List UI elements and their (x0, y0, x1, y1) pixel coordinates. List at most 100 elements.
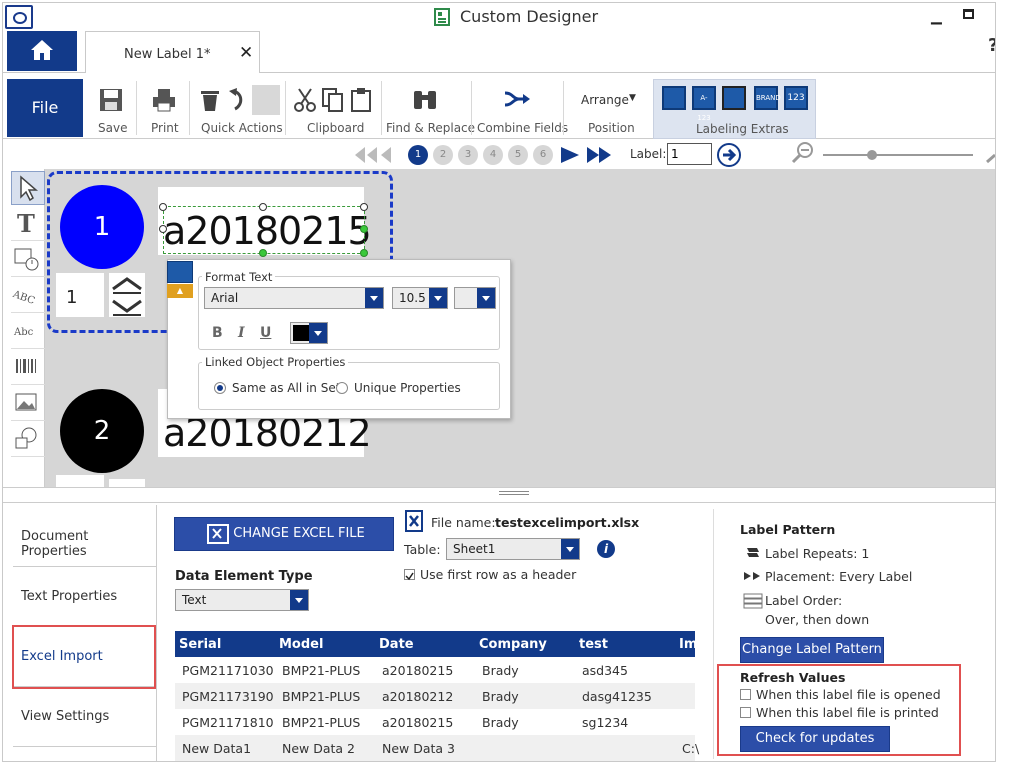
first-row-header-checkbox[interactable] (404, 569, 415, 581)
table-cell: New Data1 (182, 741, 252, 756)
binoculars-icon[interactable] (411, 87, 439, 113)
rich-text-tool[interactable]: Abc (11, 315, 45, 349)
database-icon[interactable] (662, 86, 686, 110)
zoom-in-icon[interactable] (985, 141, 996, 165)
select-tool[interactable] (11, 171, 45, 205)
brand-icon[interactable]: BRAND (754, 86, 781, 110)
table-cell: BMP21-PLUS (282, 689, 361, 704)
clipboard-label: Clipboard (307, 121, 365, 135)
resize-handle[interactable] (259, 249, 267, 257)
font-dropdown[interactable]: Arial (204, 287, 384, 309)
table-row[interactable]: PGM21171810 BMP21-PLUS a20180215 Brady s… (175, 709, 695, 735)
fill-dropdown[interactable] (454, 287, 496, 309)
help-icon[interactable]: ? (988, 35, 995, 56)
print-icon[interactable] (151, 87, 177, 113)
cut-icon[interactable] (293, 87, 317, 113)
maximize-button[interactable] (963, 9, 974, 19)
italic-button[interactable]: I (238, 325, 245, 341)
resize-handle[interactable] (159, 203, 167, 211)
excel-import-icon[interactable] (722, 86, 746, 110)
shape-tool[interactable] (11, 423, 45, 457)
resize-handle[interactable] (360, 203, 368, 211)
page-4[interactable]: 4 (483, 145, 503, 165)
next-page-icon[interactable] (559, 145, 613, 165)
page-1[interactable]: 1 (408, 145, 428, 165)
label-1-spinner[interactable] (109, 273, 145, 317)
data-element-type-dropdown[interactable]: Text (175, 589, 309, 611)
slanted-text-icon: ABC (10, 289, 36, 307)
text-selection-box[interactable] (163, 206, 365, 254)
underline-button[interactable]: U (260, 325, 271, 341)
font-size-dropdown[interactable]: 10.5 (392, 287, 448, 309)
picture-tool[interactable] (11, 387, 45, 421)
copy-icon[interactable] (321, 87, 345, 113)
table-row[interactable]: PGM21171030 BMP21-PLUS a20180215 Brady a… (175, 657, 695, 683)
resize-handle[interactable] (259, 203, 267, 211)
arrange-dropdown[interactable]: Arrange (581, 93, 629, 107)
go-to-label-button[interactable] (717, 143, 741, 167)
font-size-value: 10.5 (399, 291, 426, 305)
label-number-input[interactable] (667, 143, 712, 165)
unique-properties-radio[interactable] (336, 382, 348, 394)
table-cell: Brady (482, 663, 519, 678)
chevron-down-icon[interactable]: ▼ (629, 93, 636, 103)
splitter-grip-icon[interactable] (499, 491, 529, 495)
combine-fields-icon[interactable] (503, 89, 531, 109)
resize-handle[interactable] (159, 225, 167, 233)
page-2[interactable]: 2 (433, 145, 453, 165)
page-5[interactable]: 5 (508, 145, 528, 165)
first-page-icon[interactable] (353, 145, 405, 165)
linked-object-title: Linked Object Properties (202, 355, 349, 369)
same-as-all-radio[interactable] (214, 382, 226, 394)
bold-button[interactable]: B (212, 325, 223, 341)
vertical-text-tool[interactable]: ABC (10, 279, 45, 313)
nav-document-properties[interactable]: Document Properties (13, 507, 157, 567)
date-time-tool[interactable] (11, 243, 45, 277)
change-excel-file-button[interactable]: CHANGE EXCEL FILE (174, 517, 394, 551)
close-tab-icon[interactable]: ✕ (239, 43, 253, 63)
column-header-test[interactable]: test (579, 631, 608, 657)
sequence-icon[interactable]: A-123 (692, 86, 716, 122)
save-icon[interactable] (98, 87, 124, 113)
text-tool[interactable]: T (11, 207, 45, 241)
label-1-counter: 1 (56, 273, 104, 317)
column-header-image[interactable]: Im (679, 631, 697, 657)
column-header-company[interactable]: Company (479, 631, 547, 657)
barcode-tool[interactable] (11, 351, 45, 385)
column-header-date[interactable]: Date (379, 631, 414, 657)
zoom-slider[interactable] (823, 154, 973, 156)
page-3[interactable]: 3 (458, 145, 478, 165)
unique-properties-label: Unique Properties (354, 381, 461, 395)
print-label: Print (151, 121, 179, 135)
column-header-serial[interactable]: Serial (179, 631, 221, 657)
redo-icon[interactable] (252, 85, 280, 115)
numbering-icon[interactable]: 123 (784, 86, 808, 110)
resize-handle[interactable] (360, 249, 368, 257)
label-2-spinner[interactable] (109, 479, 145, 487)
zoom-slider-thumb[interactable] (867, 150, 877, 160)
table-row[interactable]: PGM21173190 BMP21-PLUS a20180212 Brady d… (175, 683, 695, 709)
table-cell: a20180215 (382, 715, 454, 730)
paste-icon[interactable] (350, 87, 372, 113)
document-tab[interactable]: New Label 1* ✕ (85, 31, 260, 73)
undo-icon[interactable] (227, 87, 247, 113)
home-button[interactable] (7, 31, 77, 71)
minimize-button[interactable]: ▁ (931, 9, 942, 25)
order-icon (743, 593, 763, 609)
page-6[interactable]: 6 (533, 145, 553, 165)
zoom-out-icon[interactable] (791, 141, 815, 165)
panel-splitter[interactable] (3, 487, 995, 503)
file-button[interactable]: File (7, 79, 83, 137)
table-row[interactable]: New Data1 New Data 2 New Data 3 C:\ (175, 735, 699, 761)
resize-handle[interactable] (360, 225, 368, 233)
info-icon[interactable]: i (597, 540, 615, 558)
table-dropdown[interactable]: Sheet1 (446, 538, 580, 560)
text-color-dropdown[interactable] (290, 322, 328, 344)
nav-view-settings[interactable]: View Settings (13, 687, 157, 747)
column-header-model[interactable]: Model (279, 631, 323, 657)
nav-label: Text Properties (21, 589, 118, 604)
delete-icon[interactable] (199, 87, 221, 113)
table-label: Table: (404, 542, 441, 557)
nav-text-properties[interactable]: Text Properties (13, 567, 157, 627)
change-label-pattern-button[interactable]: Change Label Pattern (740, 637, 884, 663)
